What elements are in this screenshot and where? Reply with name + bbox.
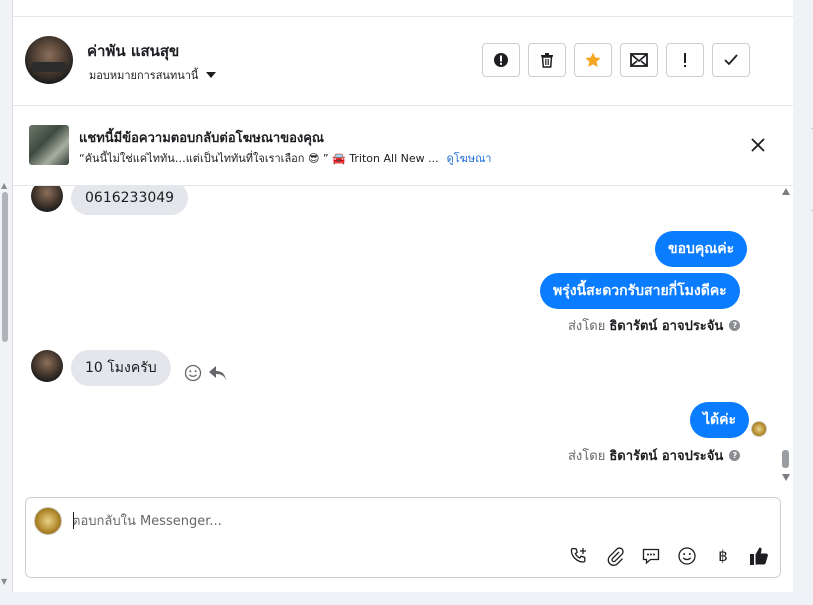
check-icon bbox=[724, 54, 738, 66]
chevron-down-icon bbox=[206, 72, 217, 78]
mark-done-button[interactable] bbox=[712, 43, 750, 77]
scroll-up-arrow-icon[interactable] bbox=[782, 188, 790, 195]
star-icon bbox=[585, 52, 601, 68]
trash-icon bbox=[541, 53, 553, 68]
top-strip bbox=[13, 0, 794, 17]
sent-by-name: ธิดารัตน์ อาจประจัน bbox=[609, 449, 724, 464]
bottom-bar bbox=[0, 592, 813, 605]
outer-scroll-thumb[interactable] bbox=[2, 192, 8, 342]
outgoing-message[interactable]: ขอบคุณค่ะ bbox=[655, 231, 748, 267]
page-seen-avatar bbox=[751, 421, 767, 437]
reply-input[interactable] bbox=[72, 510, 672, 532]
incoming-message[interactable]: 10 โมงครับ bbox=[71, 350, 171, 386]
contact-avatar-small bbox=[31, 186, 63, 212]
mark-unread-button[interactable] bbox=[620, 43, 658, 77]
view-ad-link[interactable]: ดูโฆษณา bbox=[447, 152, 492, 165]
ad-thumbnail[interactable] bbox=[29, 125, 69, 165]
sent-by-prefix: ส่งโดย bbox=[568, 449, 606, 464]
baht-icon[interactable]: ฿ bbox=[712, 545, 734, 567]
follow-up-button[interactable] bbox=[574, 43, 612, 77]
conversation-panel: ค่าพัน แสนสุข มอบหมายการสนทนานี้ แชทนี้ม… bbox=[12, 0, 794, 605]
delete-button[interactable] bbox=[528, 43, 566, 77]
composer-tools: ฿ bbox=[568, 545, 770, 567]
help-icon[interactable]: ? bbox=[729, 450, 741, 461]
emoji-icon[interactable] bbox=[676, 545, 698, 567]
header-actions bbox=[482, 43, 750, 77]
scroll-down-arrow-icon[interactable]: ▼ bbox=[1, 577, 7, 586]
outgoing-message[interactable]: ได้ค่ะ bbox=[690, 402, 750, 438]
thread-scroll-thumb[interactable] bbox=[782, 450, 789, 468]
text-cursor bbox=[73, 512, 74, 529]
right-edge-panel bbox=[793, 0, 813, 605]
thread-scrollbar[interactable] bbox=[779, 186, 793, 486]
contact-avatar-small bbox=[31, 350, 63, 382]
like-icon[interactable] bbox=[748, 545, 770, 567]
call-icon[interactable] bbox=[568, 545, 590, 567]
reply-icon[interactable] bbox=[208, 365, 228, 381]
attach-icon[interactable] bbox=[604, 545, 626, 567]
conversation-header: ค่าพัน แสนสุข มอบหมายการสนทนานี้ bbox=[13, 17, 794, 106]
mark-important-button[interactable] bbox=[666, 43, 704, 77]
assign-label: มอบหมายการสนทนานี้ bbox=[89, 69, 199, 82]
incoming-message[interactable]: 0616233049 bbox=[71, 186, 189, 215]
saved-reply-icon[interactable] bbox=[640, 545, 662, 567]
close-icon[interactable] bbox=[749, 136, 767, 154]
contact-name[interactable]: ค่าพัน แสนสุข bbox=[87, 39, 179, 63]
ad-reply-banner: แชทนี้มีข้อความตอบกลับต่อโฆษณาของคุณ “คั… bbox=[13, 106, 794, 186]
alert-icon bbox=[494, 53, 508, 67]
scroll-up-arrow-icon[interactable]: ▲ bbox=[1, 181, 7, 190]
scroll-down-arrow-icon[interactable] bbox=[782, 474, 790, 481]
sent-by-prefix: ส่งโดย bbox=[568, 319, 606, 334]
envelope-icon bbox=[630, 53, 648, 67]
emoji-react-icon[interactable] bbox=[184, 364, 202, 382]
page-avatar bbox=[34, 507, 62, 535]
exclamation-icon bbox=[684, 53, 686, 67]
ad-snippet-text: “คันนี้ไม่ใช่แค่ไททัน…แต่เป็นไททันที่ใจเ… bbox=[79, 152, 439, 165]
help-icon[interactable]: ? bbox=[729, 320, 741, 331]
sent-by-label: ส่งโดย ธิดารัตน์ อาจประจัน ? bbox=[568, 315, 741, 336]
ad-banner-snippet: “คันนี้ไม่ใช่แค่ไททัน…แต่เป็นไททันที่ใจเ… bbox=[79, 149, 491, 167]
assign-conversation-dropdown[interactable]: มอบหมายการสนทนานี้ bbox=[89, 66, 217, 84]
message-thread: 0616233049 ขอบคุณค่ะ พรุ่งนี้สะดวกรับสาย… bbox=[13, 186, 794, 486]
outgoing-message[interactable]: พรุ่งนี้สะดวกรับสายกี่โมงดีคะ bbox=[540, 273, 740, 309]
sent-by-label: ส่งโดย ธิดารัตน์ อาจประจัน ? bbox=[568, 445, 741, 466]
message-actions bbox=[184, 364, 228, 382]
ad-banner-title: แชทนี้มีข้อความตอบกลับต่อโฆษณาของคุณ bbox=[79, 131, 324, 146]
contact-avatar[interactable] bbox=[25, 36, 73, 84]
mark-spam-button[interactable] bbox=[482, 43, 520, 77]
sent-by-name: ธิดารัตน์ อาจประจัน bbox=[609, 319, 724, 334]
reply-composer: ฿ bbox=[25, 497, 781, 578]
outer-scrollbar[interactable]: ▲ ▼ bbox=[0, 0, 12, 605]
